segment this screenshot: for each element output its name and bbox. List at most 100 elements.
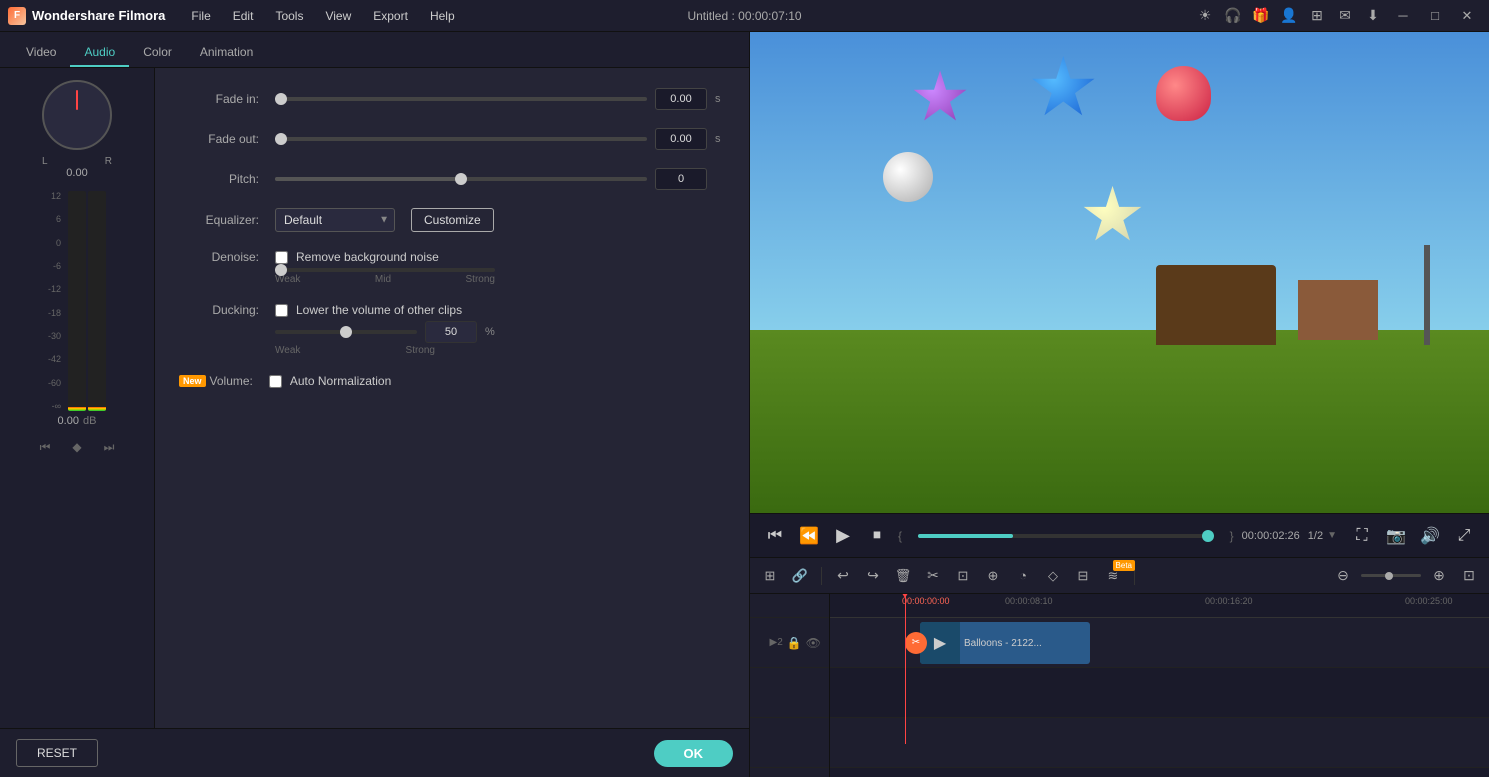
tab-audio[interactable]: Audio <box>70 39 129 67</box>
ducking-value: 50 <box>425 321 477 343</box>
screenshot-button[interactable]: 📷 <box>1383 523 1409 549</box>
playback-time: 00:00:02:26 <box>1242 530 1300 542</box>
magnet-button[interactable]: 🔗 <box>788 564 812 588</box>
meter-next-btn[interactable]: ⏭ <box>97 435 121 459</box>
fade-out-thumb[interactable] <box>275 133 287 145</box>
progress-thumb[interactable] <box>1202 530 1214 542</box>
ducking-checkbox[interactable] <box>275 304 288 317</box>
download-icon[interactable]: ⬇ <box>1361 4 1385 28</box>
video-progress-bar[interactable] <box>918 534 1214 538</box>
cut-button[interactable]: ✂ <box>921 564 945 588</box>
pitch-slider[interactable] <box>275 177 647 181</box>
reset-button[interactable]: RESET <box>16 739 98 767</box>
tab-color[interactable]: Color <box>129 39 186 67</box>
fade-in-label: Fade in: <box>179 92 259 106</box>
close-button[interactable]: ✕ <box>1453 2 1481 30</box>
track-2-label <box>750 668 829 718</box>
db-n30: -30 <box>48 331 61 341</box>
more-options-button[interactable]: ⤢ <box>1451 523 1477 549</box>
fade-out-value[interactable]: 0.00 <box>655 128 707 150</box>
zoom-out-button[interactable]: ⊖ <box>1331 564 1355 588</box>
delete-button[interactable]: 🗑 <box>891 564 915 588</box>
fullscreen-button[interactable]: ⛶ <box>1349 523 1375 549</box>
menu-export[interactable]: Export <box>363 5 418 27</box>
new-badge: New <box>179 375 206 387</box>
fit-to-screen-button[interactable]: ⊡ <box>1457 564 1481 588</box>
left-bracket: { <box>898 529 902 543</box>
fade-in-row: Fade in: 0.00 s <box>179 88 725 110</box>
meter-reset-btn[interactable]: ◆ <box>65 435 89 459</box>
app-name: Wondershare Filmora <box>32 8 165 23</box>
equalizer-row: Equalizer: Default ▼ Customize <box>179 208 725 232</box>
redo-button[interactable]: ↪ <box>861 564 885 588</box>
ducking-checkbox-row: Lower the volume of other clips <box>275 303 462 317</box>
volume-button[interactable]: 🔊 <box>1417 523 1443 549</box>
db-0: 0 <box>48 238 61 248</box>
pan-knob[interactable] <box>42 80 112 150</box>
zoom-controls: ⊖ ⊕ ⊡ <box>1331 564 1481 588</box>
gift-icon[interactable]: 🎁 <box>1249 4 1273 28</box>
customize-button[interactable]: Customize <box>411 208 494 232</box>
stop-button[interactable]: ⏹ <box>864 523 890 549</box>
progress-fill <box>918 534 1013 538</box>
headphone-icon[interactable]: 🎧 <box>1221 4 1245 28</box>
maximize-button[interactable]: □ <box>1421 2 1449 30</box>
main-container: Video Audio Color Animation L R 0.00 <box>0 32 1489 777</box>
playhead[interactable] <box>905 594 906 744</box>
undo-button[interactable]: ↩ <box>831 564 855 588</box>
menu-edit[interactable]: Edit <box>223 5 264 27</box>
thumbnail-play-icon: ▶ <box>934 633 946 653</box>
fade-in-slider-container: 0.00 s <box>275 88 725 110</box>
pitch-thumb[interactable] <box>455 173 467 185</box>
knob-value: 0.00 <box>66 167 87 179</box>
lamppost <box>1424 245 1430 345</box>
menu-help[interactable]: Help <box>420 5 465 27</box>
ok-button[interactable]: OK <box>654 740 734 767</box>
settings-slider-button[interactable]: ⊟ <box>1071 564 1095 588</box>
denoise-checkbox[interactable] <box>275 251 288 264</box>
zoom-thumb[interactable] <box>1385 572 1393 580</box>
track-add-button[interactable]: ⊞ <box>758 564 782 588</box>
ruler-label-row <box>750 594 829 618</box>
minimize-button[interactable]: ─ <box>1389 2 1417 30</box>
pitch-value[interactable]: 0 <box>655 168 707 190</box>
waveform-button[interactable]: ≋ Beta <box>1101 564 1125 588</box>
layout-icon[interactable]: ⊞ <box>1305 4 1329 28</box>
zoom-in-button[interactable]: ⊕ <box>1427 564 1451 588</box>
video-clip[interactable]: ▶ Balloons - 2122... <box>920 622 1090 664</box>
balloon-silver <box>883 152 933 202</box>
equalizer-select[interactable]: Default <box>275 208 395 232</box>
meter-prev-btn[interactable]: ⏮ <box>33 435 57 459</box>
track-row-1: ▶ Balloons - 2122... ✂ <box>830 618 1489 668</box>
clip-label: Balloons - 2122... <box>960 634 1090 653</box>
menu-file[interactable]: File <box>181 5 220 27</box>
fade-out-slider[interactable] <box>275 137 647 141</box>
ducking-row: Ducking: Lower the volume of other clips… <box>179 303 725 356</box>
mail-icon[interactable]: ✉ <box>1333 4 1357 28</box>
step-back-button[interactable]: ⏪ <box>796 523 822 549</box>
tab-video[interactable]: Video <box>12 39 70 67</box>
menu-view[interactable]: View <box>315 5 361 27</box>
fade-in-thumb[interactable] <box>275 93 287 105</box>
track-1-lock[interactable]: 🔒 <box>787 636 802 650</box>
volume-checkbox-row: Auto Normalization <box>269 374 391 388</box>
left-panel: Video Audio Color Animation L R 0.00 <box>0 32 750 777</box>
fade-in-slider[interactable] <box>275 97 647 101</box>
crop-button[interactable]: ⊡ <box>951 564 975 588</box>
zoom-slider[interactable] <box>1361 574 1421 577</box>
tab-animation[interactable]: Animation <box>186 39 267 67</box>
flag-button[interactable]: ◇ <box>1041 564 1065 588</box>
track-1-label: ▶2 🔒 👁 <box>750 618 829 668</box>
video-frame <box>750 32 1489 513</box>
fade-in-value[interactable]: 0.00 <box>655 88 707 110</box>
track-1-visibility[interactable]: 👁 <box>806 636 821 650</box>
user-icon[interactable]: 👤 <box>1277 4 1301 28</box>
menu-tools[interactable]: Tools <box>265 5 313 27</box>
volume-checkbox[interactable] <box>269 375 282 388</box>
color-wheel-button[interactable]: ◔ <box>1011 564 1035 588</box>
sun-icon[interactable]: ☀ <box>1193 4 1217 28</box>
rewind-to-start-button[interactable]: ⏮ <box>762 523 788 549</box>
toolbar-separator-1 <box>821 567 822 585</box>
play-button[interactable]: ▶ <box>830 523 856 549</box>
zoom-circle-button[interactable]: ⊕ <box>981 564 1005 588</box>
